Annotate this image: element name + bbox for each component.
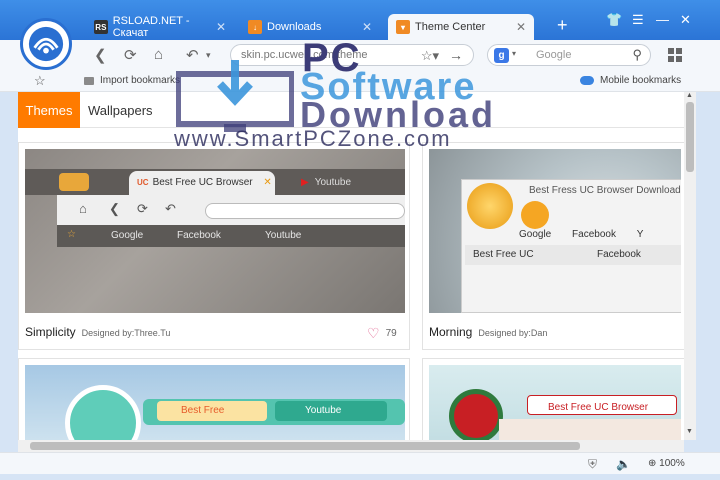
go-arrow-icon[interactable]: → — [449, 47, 463, 63]
tab-theme-center[interactable]: ▾ Theme Center ✕ — [388, 14, 534, 40]
chevron-down-icon[interactable]: ▾ — [512, 49, 516, 58]
theme-card[interactable]: Best Free Youtube — [18, 358, 410, 440]
download-icon: ↓ — [248, 20, 262, 34]
search-box[interactable]: g ▾ Google ⚲ — [487, 44, 651, 66]
scroll-thumb[interactable] — [686, 102, 694, 172]
theme-preview[interactable]: UC Best Free UC Browser ✕ ▶ Youtube ⌂ ❮ ⟳ … — [25, 149, 405, 313]
bookmark-star-icon[interactable]: ☆▾ — [421, 48, 439, 64]
likes-count: 79 — [385, 328, 397, 339]
close-tab-icon[interactable]: ✕ — [362, 20, 372, 34]
tab-wallpapers[interactable]: Wallpapers — [88, 92, 153, 128]
undo-icon: ↶ — [165, 201, 176, 216]
close-tab-icon[interactable]: ✕ — [216, 20, 226, 34]
download-monitor-watermark-icon — [176, 60, 294, 132]
home-icon — [521, 201, 549, 229]
tab-label: RSLOAD.NET - Скачат — [112, 15, 190, 39]
folder-icon — [84, 76, 94, 85]
uc-logo-icon — [28, 26, 64, 62]
tab-label: Theme Center — [415, 21, 486, 33]
home-icon: ⌂ — [79, 201, 87, 216]
bookmark-star-icon[interactable]: ☆ — [34, 73, 46, 89]
status-bar: ⛨ 🔈 ⊕ 100% — [0, 452, 720, 474]
menu-icon[interactable]: ☰ — [632, 12, 644, 28]
theme-icon: ▾ — [396, 20, 410, 34]
theme-name[interactable]: Morning Designed by:Dan — [429, 325, 547, 339]
apps-grid-icon[interactable] — [668, 48, 682, 62]
cloud-icon — [580, 76, 594, 85]
tab-themes[interactable]: Themes — [18, 92, 80, 128]
star-icon: ☆ — [67, 229, 76, 240]
back-icon[interactable]: ❮ — [94, 46, 107, 64]
import-bookmarks-label: Import bookmarks — [100, 75, 181, 86]
back-icon: ❮ — [109, 201, 120, 216]
preview-tab: UC Best Free UC Browser ✕ — [129, 171, 275, 195]
reload-icon[interactable]: ⟳ — [124, 46, 137, 64]
reload-icon: ⟳ — [137, 201, 148, 216]
theme-preview[interactable]: Best Free Youtube — [25, 365, 405, 440]
close-tab-icon[interactable]: ✕ — [516, 20, 526, 34]
volume-icon[interactable]: 🔈 — [616, 457, 631, 471]
skin-icon[interactable]: 👕 — [606, 12, 622, 28]
theme-preview[interactable]: Best Free UC Browser — [429, 365, 681, 440]
minimize-icon[interactable]: — — [656, 12, 669, 27]
search-input[interactable]: Google — [536, 49, 571, 61]
designer-label: Designed by:Three.Tu — [81, 328, 171, 338]
theme-card[interactable]: Best Free UC Browser — [422, 358, 684, 440]
zoom-control[interactable]: ⊕ 100% — [648, 458, 685, 469]
heart-icon[interactable]: ♡ — [367, 325, 380, 342]
horizontal-scrollbar[interactable] — [18, 440, 684, 452]
preview-tab: ▶ Youtube — [301, 177, 352, 188]
zoom-icon: ⊕ — [648, 458, 657, 469]
rs-site-icon: RS — [94, 20, 108, 34]
tab-rsload[interactable]: RS RSLOAD.NET - Скачат ✕ — [86, 14, 234, 40]
new-tab-icon[interactable]: + — [557, 15, 568, 36]
designer-label: Designed by:Dan — [478, 328, 548, 338]
shield-icon[interactable]: ⛨ — [588, 457, 597, 472]
theme-card-morning[interactable]: Best Fress UC Browser Download - Google … — [422, 142, 684, 350]
likes-counter[interactable]: ♡ 79 — [367, 325, 397, 342]
import-bookmarks-link[interactable]: Import bookmarks — [84, 75, 180, 86]
scroll-up-icon[interactable]: ▲ — [686, 92, 693, 99]
scroll-thumb[interactable] — [30, 442, 580, 450]
mobile-bookmarks-label: Mobile bookmarks — [600, 75, 682, 86]
uc-logo-icon — [467, 183, 513, 229]
uc-browser-logo[interactable] — [20, 18, 72, 70]
christmas-wreath-icon — [449, 389, 503, 440]
google-icon: g — [494, 48, 509, 63]
scroll-down-icon[interactable]: ▼ — [686, 428, 693, 435]
mobile-bookmarks-link[interactable]: Mobile bookmarks — [580, 75, 681, 86]
theme-preview[interactable]: Best Fress UC Browser Download - Google … — [429, 149, 681, 313]
uc-logo-icon — [65, 385, 141, 440]
home-icon[interactable]: ⌂ — [154, 46, 163, 63]
vertical-scrollbar[interactable]: ▲ ▼ — [684, 92, 696, 440]
tab-label: Downloads — [267, 21, 322, 33]
search-icon[interactable]: ⚲ — [632, 47, 642, 63]
close-window-icon[interactable]: ✕ — [680, 12, 691, 28]
theme-name[interactable]: Simplicity Designed by:Three.Tu — [25, 325, 170, 339]
theme-card-simplicity[interactable]: UC Best Free UC Browser ✕ ▶ Youtube ⌂ ❮ ⟳ … — [18, 142, 410, 350]
watermark-site: www.SmartPCZone.com — [174, 126, 452, 151]
